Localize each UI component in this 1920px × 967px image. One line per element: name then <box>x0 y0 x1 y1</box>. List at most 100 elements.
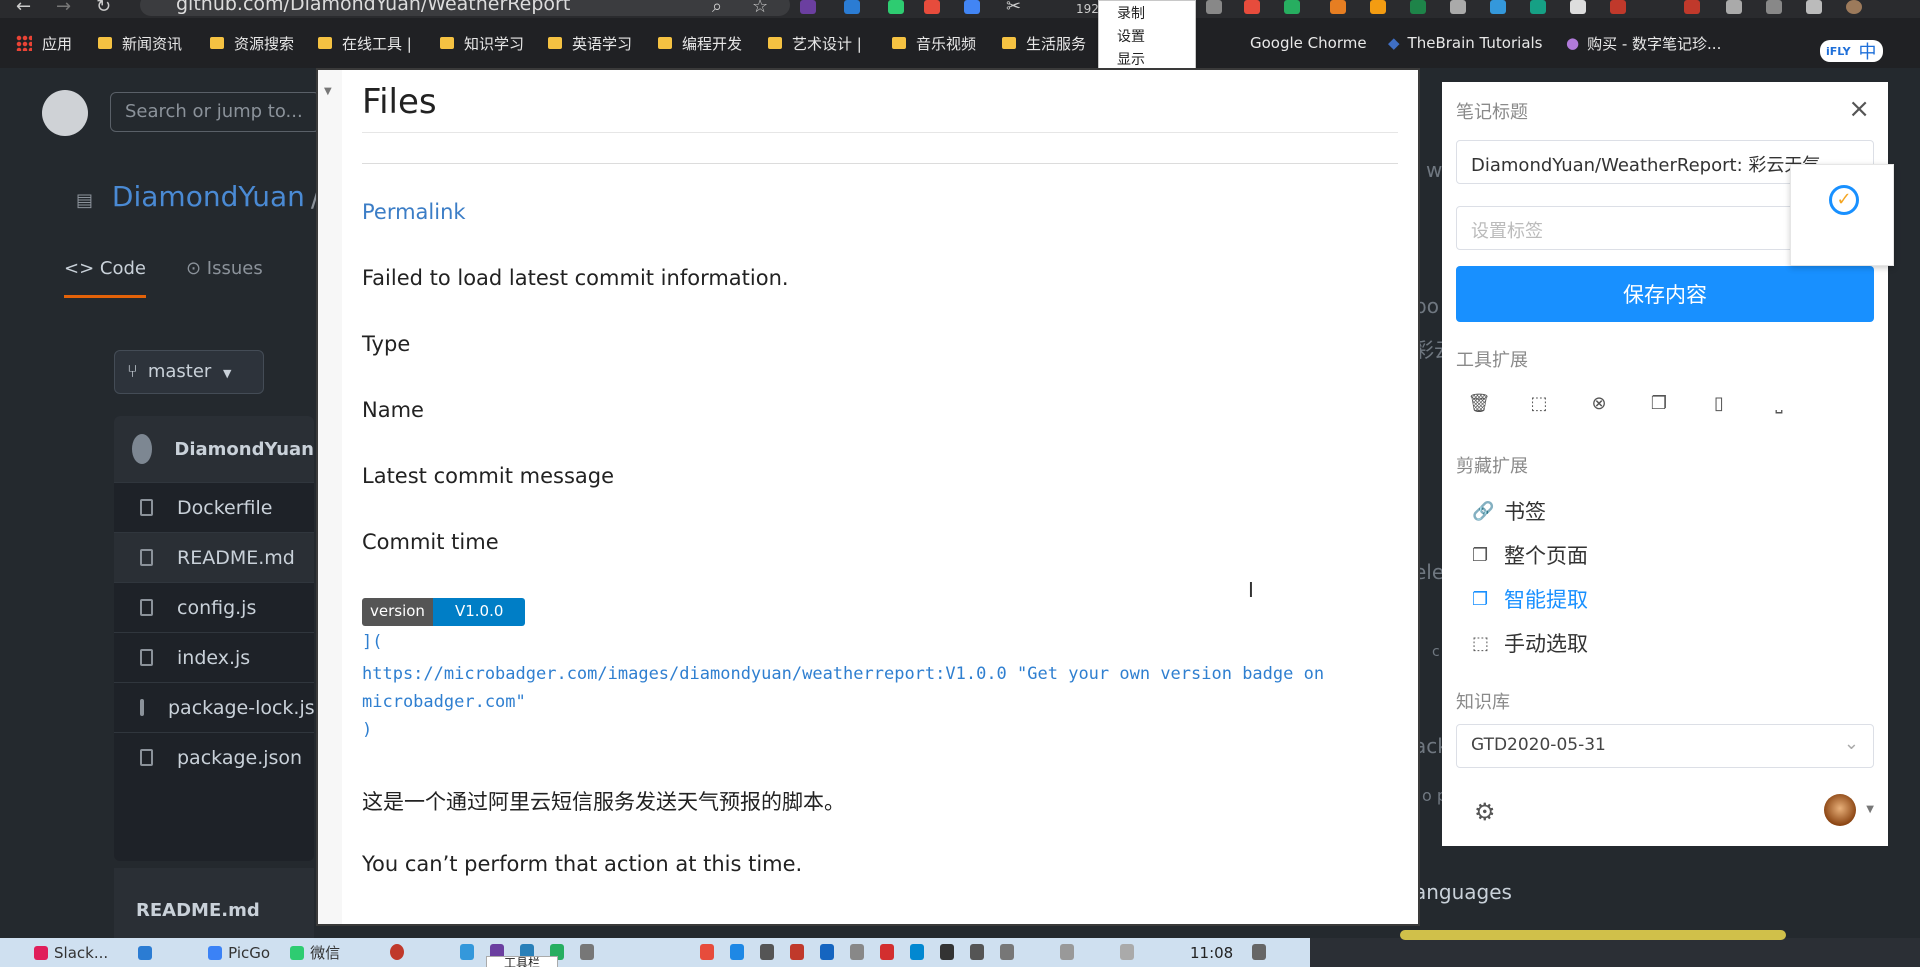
extension-icon[interactable] <box>1410 0 1426 14</box>
permalink-link[interactable]: Permalink <box>362 200 466 224</box>
taskbar-clock[interactable]: 11:08 <box>1190 944 1233 962</box>
file-row[interactable]: index.js <box>114 632 314 682</box>
bookmark-folder[interactable]: 在线工具 | <box>318 32 412 54</box>
tray-icon[interactable] <box>880 944 894 960</box>
tray-icon[interactable] <box>390 944 404 960</box>
clear-circle-icon[interactable]: ⊗ <box>1588 392 1610 414</box>
taskbar-app[interactable]: 微信 <box>290 942 340 963</box>
avatar[interactable] <box>1824 794 1856 826</box>
taskbar-app[interactable]: PicGo <box>208 944 270 962</box>
ime-indicator[interactable]: iFLY 中 <box>1820 40 1883 63</box>
save-button[interactable]: 保存内容 <box>1456 266 1874 322</box>
volume-icon[interactable] <box>1060 944 1074 960</box>
profile-avatar[interactable] <box>1846 0 1862 14</box>
extension-icon[interactable] <box>1570 0 1586 14</box>
tray-icon[interactable] <box>700 944 714 960</box>
code-link[interactable]: https://microbadger.com/images/diamondyu… <box>362 664 1324 684</box>
tray-icon[interactable] <box>760 944 774 960</box>
extension-icon[interactable] <box>844 0 860 14</box>
bookmark-folder[interactable]: 生活服务 <box>1002 32 1086 54</box>
puzzle-icon[interactable] <box>1766 0 1782 14</box>
zoom-icon[interactable]: ⌕ <box>712 0 722 17</box>
taskbar-app[interactable] <box>138 945 158 960</box>
extension-icon[interactable] <box>1490 0 1506 14</box>
version-badge[interactable]: version V1.0.0 <box>362 598 526 626</box>
close-icon[interactable]: × <box>1848 94 1870 124</box>
clip-option-smart-extract[interactable]: ❐ 智能提取 <box>1472 584 1588 614</box>
extension-icon[interactable] <box>800 0 816 14</box>
gear-icon[interactable]: ⚙ <box>1474 798 1496 826</box>
bookmark-folder[interactable]: 艺术设计 | <box>768 32 862 54</box>
clip-option-manual-select[interactable]: ⬚ 手动选取 <box>1472 628 1588 658</box>
extension-icon[interactable] <box>964 0 980 14</box>
code-link[interactable]: microbadger.com" <box>362 692 526 712</box>
menu-item-record[interactable]: 录制 <box>1099 3 1195 26</box>
caret-down-icon[interactable]: ▼ <box>1866 804 1874 815</box>
network-icon[interactable] <box>1120 944 1134 960</box>
tray-icon[interactable] <box>970 944 984 960</box>
bookmark-folder[interactable]: 资源搜索 <box>210 32 294 54</box>
tray-icon[interactable] <box>460 944 474 960</box>
notification-icon[interactable] <box>1252 944 1266 960</box>
file-row[interactable]: package.json <box>114 732 314 782</box>
branch-selector[interactable]: ⑂ master ▼ <box>114 350 264 394</box>
clip-option-full-page[interactable]: ❐ 整个页面 <box>1472 540 1588 570</box>
tray-icon[interactable] <box>730 944 744 960</box>
back-icon[interactable]: ← <box>16 0 31 17</box>
menu-item-settings[interactable]: 设置 <box>1099 26 1195 49</box>
bookmark-folder[interactable]: 音乐视频 <box>892 32 976 54</box>
taskbar-app[interactable]: Slack... <box>34 944 108 962</box>
extension-icon[interactable] <box>1330 0 1346 14</box>
floating-widget[interactable]: ✓ <box>1790 164 1894 266</box>
avatar[interactable] <box>132 434 153 464</box>
tab-code[interactable]: <> Code <box>64 258 146 298</box>
github-logo-icon[interactable] <box>42 90 88 136</box>
extension-icon[interactable] <box>888 0 904 14</box>
repo-owner-link[interactable]: DiamondYuan <box>112 180 305 213</box>
collapse-icon[interactable]: ⎵ <box>1768 392 1790 414</box>
bookmark-link[interactable]: Google Chorme <box>1250 32 1367 54</box>
trash-icon[interactable]: 🗑 <box>1468 392 1491 414</box>
bookmark-star-icon[interactable]: ☆ <box>752 0 768 17</box>
bookmark-folder[interactable]: 英语学习 <box>548 32 632 54</box>
forward-icon[interactable]: → <box>56 0 71 17</box>
extension-icon[interactable] <box>1726 0 1742 14</box>
menu-icon[interactable] <box>1806 0 1822 14</box>
tray-icon[interactable] <box>580 944 594 960</box>
tray-icon[interactable] <box>1000 944 1014 960</box>
file-row[interactable]: package-lock.json <box>114 682 314 732</box>
tray-icon[interactable] <box>820 944 834 960</box>
bookmark-apps[interactable]: 应用 <box>16 32 72 54</box>
extension-icon[interactable] <box>1370 0 1386 14</box>
clip-option-bookmark[interactable]: 🔗 书签 <box>1472 496 1546 526</box>
knowledge-base-select[interactable]: GTD2020-05-31 ⌄ <box>1456 724 1874 768</box>
search-input[interactable]: Search or jump to... <box>110 92 320 132</box>
extension-icon[interactable] <box>1244 0 1260 14</box>
extension-icon[interactable] <box>1450 0 1466 14</box>
bookmark-link[interactable]: ◆ TheBrain Tutorials <box>1388 32 1543 54</box>
extension-icon[interactable] <box>1610 0 1626 14</box>
tray-icon[interactable] <box>940 944 954 960</box>
extension-icon[interactable] <box>924 0 940 14</box>
file-row[interactable]: README.md <box>114 532 314 582</box>
address-bar[interactable]: github.com/DiamondYuan/WeatherReport <box>140 0 790 16</box>
file-row[interactable]: Dockerfile <box>114 482 314 532</box>
markdown-file-icon[interactable]: ▯ <box>1708 392 1730 414</box>
bookmark-folder[interactable]: 知识学习 <box>440 32 524 54</box>
select-area-icon[interactable]: ⬚ <box>1528 392 1550 414</box>
bookmark-folder[interactable]: 编程开发 <box>658 32 742 54</box>
pin-icon[interactable] <box>1206 0 1222 14</box>
bookmark-link[interactable]: ● 购买 - 数字笔记珍... <box>1566 32 1721 54</box>
reload-icon[interactable]: ↻ <box>96 0 111 17</box>
collapse-arrow-icon[interactable]: ▼ <box>324 86 332 97</box>
file-row[interactable]: config.js <box>114 582 314 632</box>
extension-icon[interactable] <box>1530 0 1546 14</box>
tray-icon[interactable] <box>790 944 804 960</box>
bookmark-folder[interactable]: 新闻资讯 <box>98 32 182 54</box>
extension-icon[interactable] <box>1284 0 1300 14</box>
copy-icon[interactable]: ❐ <box>1648 392 1670 414</box>
scissors-icon[interactable]: ✂ <box>1006 0 1021 17</box>
extension-icon[interactable] <box>1684 0 1700 14</box>
tab-issues[interactable]: ⊙ Issues <box>186 258 263 298</box>
tray-icon[interactable] <box>850 944 864 960</box>
